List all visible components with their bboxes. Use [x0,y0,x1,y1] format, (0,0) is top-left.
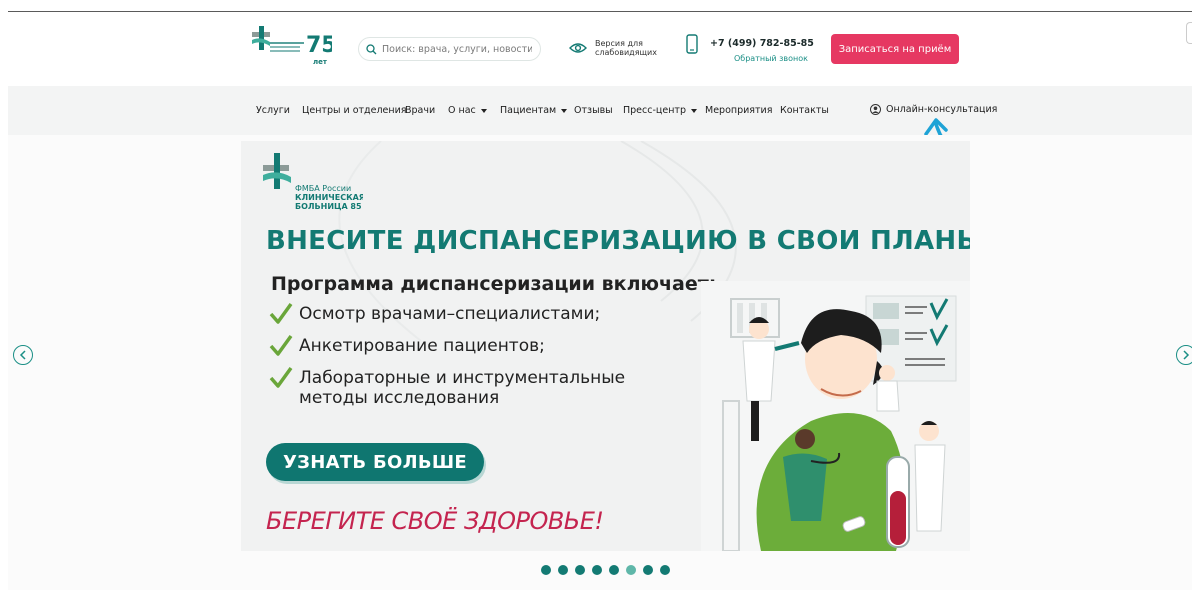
phone-number[interactable]: +7 (499) 782-85-85 [710,38,814,49]
slider-pagination [541,565,670,575]
slider-dot[interactable] [592,565,602,575]
user-icon [870,104,881,115]
banner-title: ВНЕСИТЕ ДИСПАНСЕРИЗАЦИЮ В СВОИ ПЛАНЫ! [266,226,970,256]
search-box[interactable] [358,37,541,61]
nav-item-reviews[interactable]: Отзывы [574,105,613,116]
chevron-down-icon [561,108,568,113]
learn-more-button[interactable]: УЗНАТЬ БОЛЬШЕ [266,443,484,481]
anniversary-badge-sub: лет [313,58,328,66]
slider-dot[interactable] [609,565,619,575]
chevron-down-icon [480,108,487,113]
chevron-left-icon [19,350,26,360]
nav-label: Отзывы [574,105,613,116]
list-item-text: Осмотр врачами–специалистами; [299,304,601,324]
search-icon [366,43,377,54]
nav-item-contacts[interactable]: Контакты [780,105,829,116]
nav-item-about[interactable]: О нас [448,105,487,116]
phone-block: +7 (499) 782-85-85 Обратный звонок [686,34,814,63]
list-item: Анкетирование пациентов; [269,334,625,356]
page: 75 лет Версия для слабовидящих +7 (499) … [0,0,1192,590]
nav-label: О нас [448,105,476,116]
slider-dot[interactable] [660,565,670,575]
hospital-logo[interactable]: 75 лет [250,26,332,66]
nav-label: Пациентам [500,105,557,116]
banner-logo-line2: КЛИНИЧЕСКАЯ [295,193,363,202]
eye-icon [569,43,587,53]
list-item-text-cont: методы исследования [299,388,500,408]
nav-label: Контакты [780,105,829,116]
banner-logo-line1: ФМБА России [295,184,351,193]
banner-subtitle: Программа диспансеризации включает: [271,273,717,295]
phone-icon [686,34,698,54]
top-divider [8,11,1192,12]
nav-item-press[interactable]: Пресс-центр [623,105,697,116]
main-nav: Услуги Центры и отделения Врачи О нас Па… [8,86,1192,135]
chevron-right-icon [1183,350,1190,360]
nav-item-services[interactable]: Услуги [256,105,290,116]
accessibility-label: Версия для слабовидящих [595,39,657,57]
checkmark-icon [269,302,293,324]
nav-item-events[interactable]: Мероприятия [705,105,772,116]
nav-item-centers[interactable]: Центры и отделения [302,105,407,116]
banner-logo-line3: БОЛЬНИЦА 85 [295,202,362,211]
slider-dot[interactable] [575,565,585,575]
list-item: Осмотр врачами–специалистами; [269,302,625,324]
list-item-text: Лабораторные и инструментальные [299,368,626,388]
promo-banner[interactable]: ФМБА России КЛИНИЧЕСКАЯ БОЛЬНИЦА 85 ВНЕС… [241,141,970,551]
accessibility-link[interactable]: Версия для слабовидящих [569,39,659,57]
checkmark-icon [269,366,293,388]
nav-label: Центры и отделения [302,105,407,116]
banner-hospital-logo: ФМБА России КЛИНИЧЕСКАЯ БОЛЬНИЦА 85 [263,153,363,211]
program-list: Осмотр врачами–специалистами; Анкетирова… [269,302,626,420]
chevron-down-icon [690,108,697,113]
medical-checkup-illustration [701,281,970,551]
slider-next-button[interactable] [1176,345,1192,365]
side-widget-tab[interactable] [1186,22,1192,44]
nav-label: Пресс-центр [623,105,686,116]
slider-prev-button[interactable] [13,345,33,365]
callback-link[interactable]: Обратный звонок [734,54,808,63]
search-input[interactable] [382,43,532,55]
nav-label: Врачи [405,105,436,116]
slider-dot[interactable] [643,565,653,575]
slider-dot[interactable] [541,565,551,575]
banner-slogan: БЕРЕГИТЕ СВОЁ ЗДОРОВЬЕ! [266,507,604,535]
list-item: Лабораторные и инструментальные методы и… [269,366,626,408]
nav-label: Мероприятия [705,105,773,116]
list-item-text: Анкетирование пациентов; [299,336,545,356]
book-appointment-button[interactable]: Записаться на приём [831,34,959,64]
nav-item-patients[interactable]: Пациентам [500,105,568,116]
slider-dot[interactable] [558,565,568,575]
slider-dot[interactable] [626,565,636,575]
nav-item-doctors[interactable]: Врачи [405,105,435,116]
nav-label: Услуги [256,105,290,116]
checkmark-icon [269,334,293,356]
anniversary-badge: 75 [306,33,332,58]
